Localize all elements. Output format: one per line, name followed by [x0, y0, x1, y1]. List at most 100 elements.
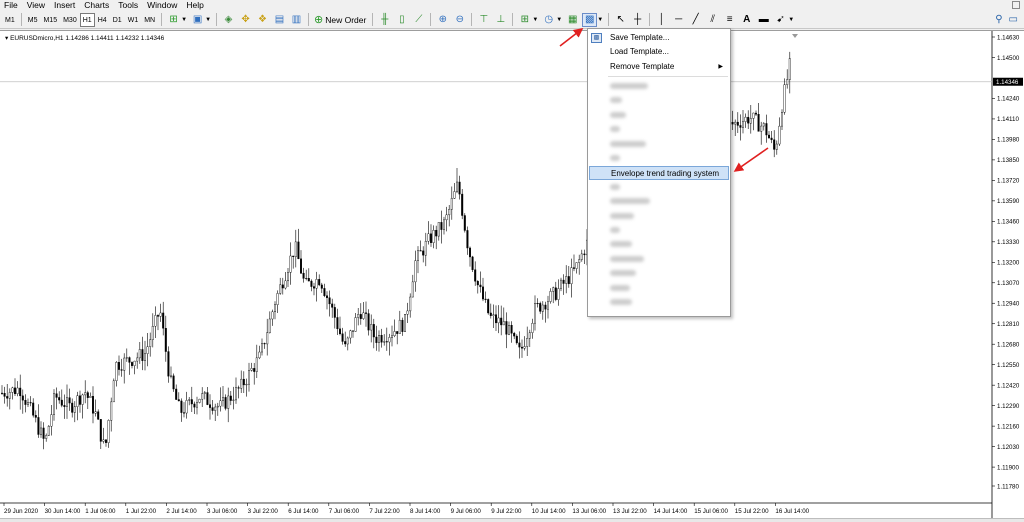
candle	[214, 403, 217, 421]
text-label-icon[interactable]: ▬	[756, 13, 771, 27]
templates-grid-icon[interactable]: ▦	[565, 13, 580, 27]
candle	[287, 267, 290, 287]
chat-icon[interactable]: ▭	[1009, 14, 1018, 25]
price-chart[interactable]: ▾ EURUSDmicro,H1 1.14286 1.14411 1.14232…	[0, 30, 1024, 519]
timeframe-w1[interactable]: W1	[125, 13, 142, 27]
search-icon[interactable]: ⚲	[995, 14, 1002, 25]
template-item-selected[interactable]: Envelope trend trading system	[589, 165, 729, 180]
line-chart-icon[interactable]: ⟋	[411, 13, 426, 27]
navigator-icon[interactable]: ✥	[238, 13, 253, 27]
template-item-blurred[interactable]	[588, 252, 730, 266]
template-item-blurred[interactable]	[588, 194, 730, 208]
chevron-down-icon[interactable]: ▼	[181, 17, 187, 23]
chevron-down-icon[interactable]: ▼	[532, 17, 538, 23]
chart-canvas[interactable]: 1.14630 1.14500 1.14240 1.14110 1.13980 1.138…	[0, 31, 1024, 519]
candle	[482, 277, 485, 302]
strategy-tester-icon[interactable]: ▥	[289, 13, 304, 27]
chevron-down-icon[interactable]: ▼	[597, 17, 603, 23]
crosshair-icon[interactable]: ┼	[630, 13, 645, 27]
indicators-icon[interactable]: ⊞	[517, 13, 532, 27]
save-template-item[interactable]: ▩ Save Template...	[588, 31, 730, 45]
menu-insert[interactable]: Insert	[50, 0, 80, 11]
template-item-blurred[interactable]	[588, 223, 730, 237]
candle-body	[136, 357, 139, 362]
periods-icon[interactable]: ◷	[541, 13, 556, 27]
candle-body	[323, 288, 326, 296]
menu-file[interactable]: File	[0, 0, 23, 11]
vertical-line-icon[interactable]: │	[654, 13, 669, 27]
template-item-blurred[interactable]	[588, 281, 730, 295]
candle	[339, 316, 342, 336]
arrows-icon[interactable]: ➹	[773, 13, 788, 27]
new-chart-icon[interactable]: ⊞	[166, 13, 181, 27]
templates-icon[interactable]: ▩	[582, 12, 598, 27]
template-item-blurred[interactable]	[588, 237, 730, 251]
candle	[765, 114, 768, 143]
timeframe-m1[interactable]: M1	[2, 13, 18, 27]
new-order-button[interactable]: ⊕ New Order	[312, 13, 369, 27]
profiles-icon[interactable]: ▣	[190, 13, 205, 27]
load-template-item[interactable]: Load Template...	[588, 45, 730, 59]
candle-body	[284, 280, 287, 289]
template-item-blurred[interactable]	[588, 266, 730, 280]
data-window-icon[interactable]: ▤	[272, 13, 287, 27]
template-item-blurred[interactable]	[588, 209, 730, 223]
candle	[188, 396, 191, 406]
market-watch-icon[interactable]: ◈	[221, 13, 236, 27]
candle	[768, 131, 771, 139]
template-item-blurred[interactable]	[588, 151, 730, 165]
candlestick-icon[interactable]: ▯	[394, 13, 409, 27]
trend-line-icon[interactable]: ╱	[688, 13, 703, 27]
template-item-blurred[interactable]	[588, 122, 730, 136]
timeframe-mn[interactable]: MN	[141, 13, 158, 27]
candle-body	[508, 325, 511, 335]
equidistant-channel-icon[interactable]: ⫽	[705, 13, 720, 27]
chevron-down-icon[interactable]: ▼	[788, 17, 794, 23]
menu-help[interactable]: Help	[182, 0, 208, 11]
candle	[521, 339, 524, 358]
timeframe-m15[interactable]: M15	[40, 13, 60, 27]
candle-body	[575, 262, 578, 269]
horizontal-line-icon[interactable]: ─	[671, 13, 686, 27]
candle-body	[773, 139, 776, 150]
timeframe-h4[interactable]: H4	[95, 13, 110, 27]
chevron-down-icon[interactable]: ▼	[205, 17, 211, 23]
candle-body	[24, 399, 27, 405]
cursor-icon[interactable]: ↖	[613, 13, 628, 27]
template-item-blurred[interactable]	[588, 79, 730, 93]
bar-chart-icon[interactable]: ╫	[377, 13, 392, 27]
remove-template-item[interactable]: Remove Template ▶	[588, 60, 730, 74]
candle	[305, 269, 308, 281]
terminal-icon[interactable]: ❖	[255, 13, 270, 27]
chevron-down-icon[interactable]: ▼	[556, 17, 562, 23]
menu-view[interactable]: View	[23, 0, 50, 11]
tile-icon[interactable]: ⊤	[476, 13, 491, 27]
text-icon[interactable]: A	[739, 13, 754, 27]
template-item-blurred[interactable]	[588, 295, 730, 309]
candle-body	[456, 181, 459, 192]
menu-tools[interactable]: Tools	[114, 0, 143, 11]
template-item-blurred[interactable]	[588, 108, 730, 122]
timeframe-h1[interactable]: H1	[79, 12, 95, 27]
timeframe-m30[interactable]: M30	[60, 13, 80, 27]
template-item-blurred[interactable]	[588, 180, 730, 194]
template-item-blurred[interactable]	[588, 94, 730, 108]
menu-charts[interactable]: Charts	[80, 0, 114, 11]
zoom-in-icon[interactable]: ⊕	[435, 13, 450, 27]
restore-window-icon[interactable]	[1012, 1, 1020, 9]
candle	[505, 312, 508, 349]
candle	[112, 378, 115, 403]
timeframe-d1[interactable]: D1	[110, 13, 125, 27]
price-tick-label: 1.12030	[997, 444, 1020, 451]
template-item-blurred[interactable]	[588, 137, 730, 151]
zoom-out-icon[interactable]: ⊖	[452, 13, 467, 27]
candle-body	[359, 314, 362, 319]
candle-body	[172, 375, 175, 390]
timeframe-m5[interactable]: M5	[25, 13, 41, 27]
fibonacci-icon[interactable]: ≡	[722, 13, 737, 27]
candle-body	[762, 123, 765, 127]
scroll-icon[interactable]: ⊥	[493, 13, 508, 27]
menu-window[interactable]: Window	[143, 0, 182, 11]
candle	[463, 213, 466, 233]
candle-body	[104, 439, 107, 443]
